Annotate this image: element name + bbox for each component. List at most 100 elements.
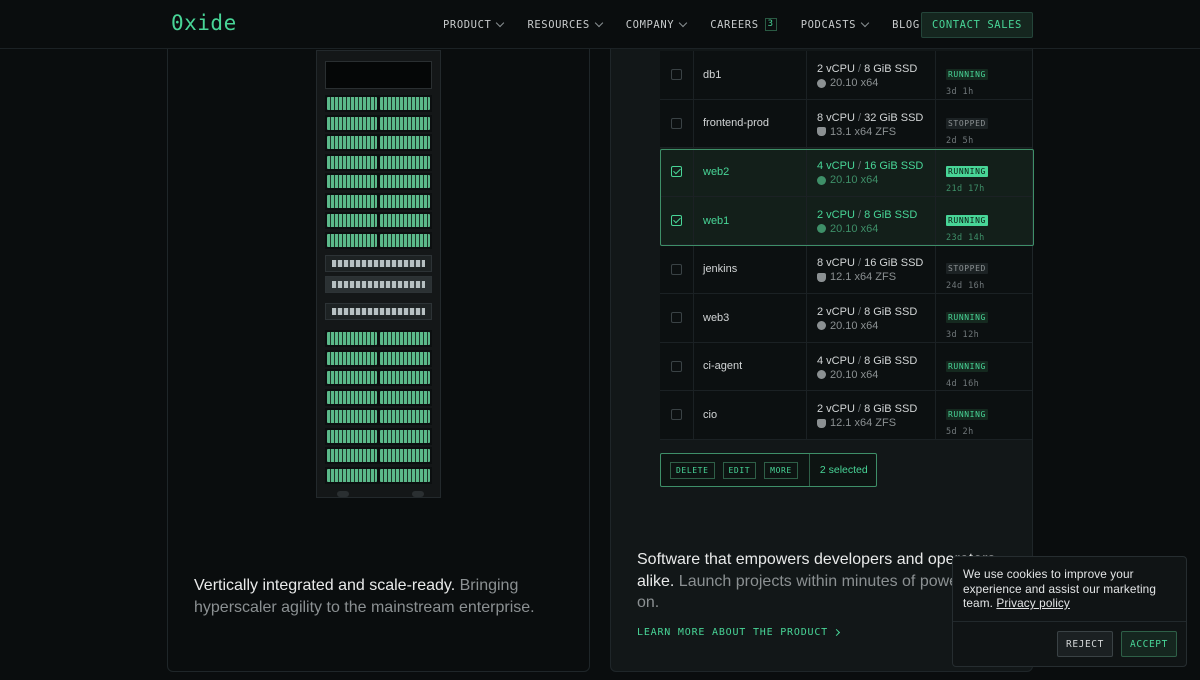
row-checkbox[interactable] [671,263,682,275]
compute-sled [325,369,432,386]
sled-drives [327,97,377,110]
table-row[interactable]: ci-agent 4 vCPU / 8 GiB SSD 20.10 x64 RUNNI… [660,342,1032,392]
instance-name[interactable]: jenkins [694,245,807,293]
compute-sled [325,427,432,445]
network-switch [325,303,432,320]
instance-memory: 8 GiB SSD [864,305,918,318]
sled-drives [380,233,430,247]
instance-os: 20.10 x64 [817,77,935,89]
compute-sled [325,231,432,249]
table-row[interactable]: web2 4 vCPU / 16 GiB SSD 20.10 x64 RUNNING 2… [660,148,1032,197]
learn-more-link[interactable]: LEARN MORE ABOUT THE PRODUCT [637,627,841,638]
ubuntu-icon [817,175,826,185]
oxide-logo[interactable]: 0xide [171,11,237,35]
sled-drives [380,136,430,149]
instance-name[interactable]: web1 [694,196,807,245]
switch-ports [332,308,425,315]
row-checkbox-cell [660,148,694,196]
instance-name[interactable]: cio [694,391,807,439]
delete-button[interactable]: DELETE [670,461,715,479]
nav-blog[interactable]: BLOG [892,19,920,31]
server-rack-image [316,50,441,498]
bulk-action-bar: DELETE EDIT MORE 2 selected [660,453,877,487]
instance-spec: 8 vCPU / 16 GiB SSD 12.1 x64 ZFS [807,245,936,293]
ubuntu-icon [817,321,826,331]
compute-sled [325,349,432,367]
instance-os-text: 12.1 x64 ZFS [830,417,897,430]
instance-resources: 2 vCPU / 8 GiB SSD [817,403,935,415]
instance-resources: 2 vCPU / 8 GiB SSD [817,209,935,221]
row-checkbox[interactable] [671,117,682,129]
edit-button[interactable]: EDIT [722,461,757,479]
instance-name[interactable]: web3 [694,293,807,342]
sled-drives [380,390,430,404]
instance-spec: 2 vCPU / 8 GiB SSD 20.10 x64 [807,196,936,245]
switch-ports [332,260,425,267]
status-badge: RUNNING [946,69,988,80]
instance-cpu: 2 vCPU [817,305,855,318]
rack-top-panel [325,61,432,89]
instance-os-text: 13.1 x64 ZFS [830,125,897,138]
switch-ports [332,281,425,288]
action-divider [808,454,810,486]
reject-cookies-button[interactable]: REJECT [1057,631,1113,657]
instance-os-text: 20.10 x64 [830,222,879,235]
instance-state: STOPPED 24d 16h [936,245,1032,293]
instance-os-text: 12.1 x64 ZFS [830,271,897,284]
table-row[interactable]: web1 2 vCPU / 8 GiB SSD 20.10 x64 RUNNING 23… [660,196,1032,246]
compute-sled [325,95,432,112]
row-checkbox-cell [660,293,694,342]
nav-careers[interactable]: CAREERS 3 [710,18,777,31]
sled-drives [380,116,430,130]
instance-name[interactable]: web2 [694,148,807,196]
row-checkbox[interactable] [671,312,682,324]
nav-product[interactable]: PRODUCT [443,18,505,31]
sled-drives [327,175,377,188]
selected-count: 2 selected [819,464,868,476]
row-checkbox[interactable] [671,166,682,178]
table-row[interactable]: web3 2 vCPU / 8 GiB SSD 20.10 x64 RUNNING 3d… [660,293,1032,343]
sled-drives [327,136,377,149]
nav-company[interactable]: COMPANY [626,18,688,31]
instance-state: RUNNING 3d 1h [936,51,1032,99]
instance-os-text: 20.10 x64 [830,174,879,187]
instance-os-text: 20.10 x64 [830,77,879,89]
table-row[interactable]: db1 2 vCPU / 8 GiB SSD 20.10 x64 RUNNING 3d … [660,51,1032,100]
instance-uptime: 21d 17h [946,184,985,195]
spec-separator: / [854,257,865,270]
sled-drives [380,449,430,462]
instance-name-text: db1 [703,68,722,81]
hardware-headline: Vertically integrated and scale-ready. [194,577,456,594]
instance-name-text: web1 [703,214,730,227]
more-button[interactable]: MORE [764,461,798,479]
table-row[interactable]: frontend-prod 8 vCPU / 32 GiB SSD 13.1 x64… [660,99,1032,149]
instance-os: 20.10 x64 [817,320,935,332]
instance-state: RUNNING 4d 16h [936,343,1032,391]
table-row[interactable]: jenkins 8 vCPU / 16 GiB SSD 12.1 x64 ZFS ST… [660,245,1032,294]
accept-cookies-button[interactable]: ACCEPT [1121,631,1177,657]
instance-name[interactable]: db1 [694,51,807,99]
nav-blog-label: BLOG [892,18,920,31]
instance-cpu: 2 vCPU [817,403,855,416]
contact-sales-button[interactable]: CONTACT SALES [921,12,1033,38]
instance-state: RUNNING 3d 12h [936,294,1032,342]
instance-cpu: 4 vCPU [817,160,855,173]
status-badge: RUNNING [946,311,988,323]
site-header: 0xide PRODUCT RESOURCES COMPANY CAREERS … [0,0,1200,49]
row-checkbox[interactable] [671,409,682,421]
instance-name[interactable]: frontend-prod [694,99,807,148]
instance-spec: 8 vCPU / 32 GiB SSD 13.1 x64 ZFS [807,99,936,148]
instance-spec: 2 vCPU / 8 GiB SSD 20.10 x64 [807,51,936,99]
row-checkbox[interactable] [671,360,682,372]
instance-uptime: 23d 14h [946,232,985,243]
row-checkbox[interactable] [671,215,682,227]
instance-os: 12.1 x64 ZFS [817,271,935,283]
table-row[interactable]: cio 2 vCPU / 8 GiB SSD 12.1 x64 ZFS RUNNING… [660,391,1032,440]
instance-name[interactable]: ci-agent [694,342,807,391]
nav-resources[interactable]: RESOURCES [527,18,603,31]
privacy-policy-link[interactable]: Privacy policy [996,596,1070,610]
nav-podcasts[interactable]: PODCASTS [801,18,870,31]
instance-state: RUNNING 5d 2h [936,391,1032,439]
row-checkbox[interactable] [671,69,682,81]
instance-memory: 8 GiB SSD [864,354,918,367]
